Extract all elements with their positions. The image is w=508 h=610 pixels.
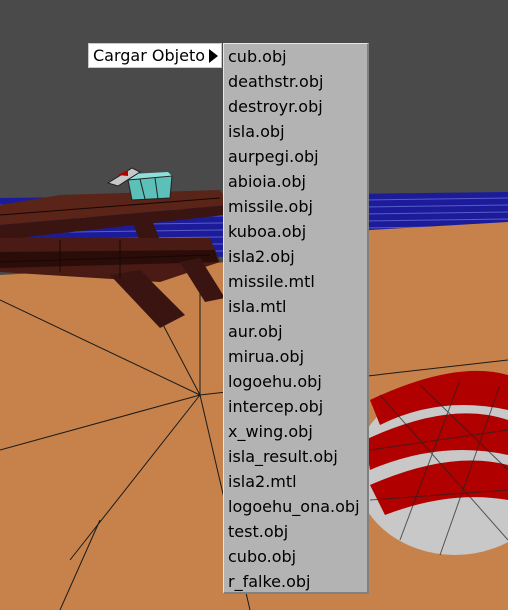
submenu-item-logoehu-ona-obj[interactable]: logoehu_ona.obj (224, 494, 367, 519)
submenu-item-missile-mtl[interactable]: missile.mtl (224, 269, 367, 294)
submenu-arrow-icon (209, 49, 218, 63)
file-submenu: cub.obj deathstr.obj destroyr.obj isla.obj a… (223, 43, 369, 594)
submenu-item-aurpegi-obj[interactable]: aurpegi.obj (224, 144, 367, 169)
submenu-item-destroyr-obj[interactable]: destroyr.obj (224, 94, 367, 119)
submenu-item-kuboa-obj[interactable]: kuboa.obj (224, 219, 367, 244)
submenu-item-isla-mtl[interactable]: isla.mtl (224, 294, 367, 319)
submenu-item-cub-obj[interactable]: cub.obj (224, 44, 367, 69)
submenu-item-x-wing-obj[interactable]: x_wing.obj (224, 419, 367, 444)
submenu-item-r-falke-obj[interactable]: r_falke.obj (224, 569, 367, 594)
submenu-item-isla2-mtl[interactable]: isla2.mtl (224, 469, 367, 494)
submenu-item-abioia-obj[interactable]: abioia.obj (224, 169, 367, 194)
submenu-item-cubo-obj[interactable]: cubo.obj (224, 544, 367, 569)
submenu-item-intercep-obj[interactable]: intercep.obj (224, 394, 367, 419)
submenu-item-logoehu-obj[interactable]: logoehu.obj (224, 369, 367, 394)
submenu-item-isla-result-obj[interactable]: isla_result.obj (224, 444, 367, 469)
submenu-item-mirua-obj[interactable]: mirua.obj (224, 344, 367, 369)
submenu-item-test-obj[interactable]: test.obj (224, 519, 367, 544)
submenu-item-deathstr-obj[interactable]: deathstr.obj (224, 69, 367, 94)
menu-item-cargar-objeto[interactable]: Cargar Objeto (88, 43, 222, 68)
submenu-item-missile-obj[interactable]: missile.obj (224, 194, 367, 219)
submenu-item-isla2-obj[interactable]: isla2.obj (224, 244, 367, 269)
menu-item-label: Cargar Objeto (93, 46, 205, 65)
submenu-item-aur-obj[interactable]: aur.obj (224, 319, 367, 344)
submenu-item-isla-obj[interactable]: isla.obj (224, 119, 367, 144)
